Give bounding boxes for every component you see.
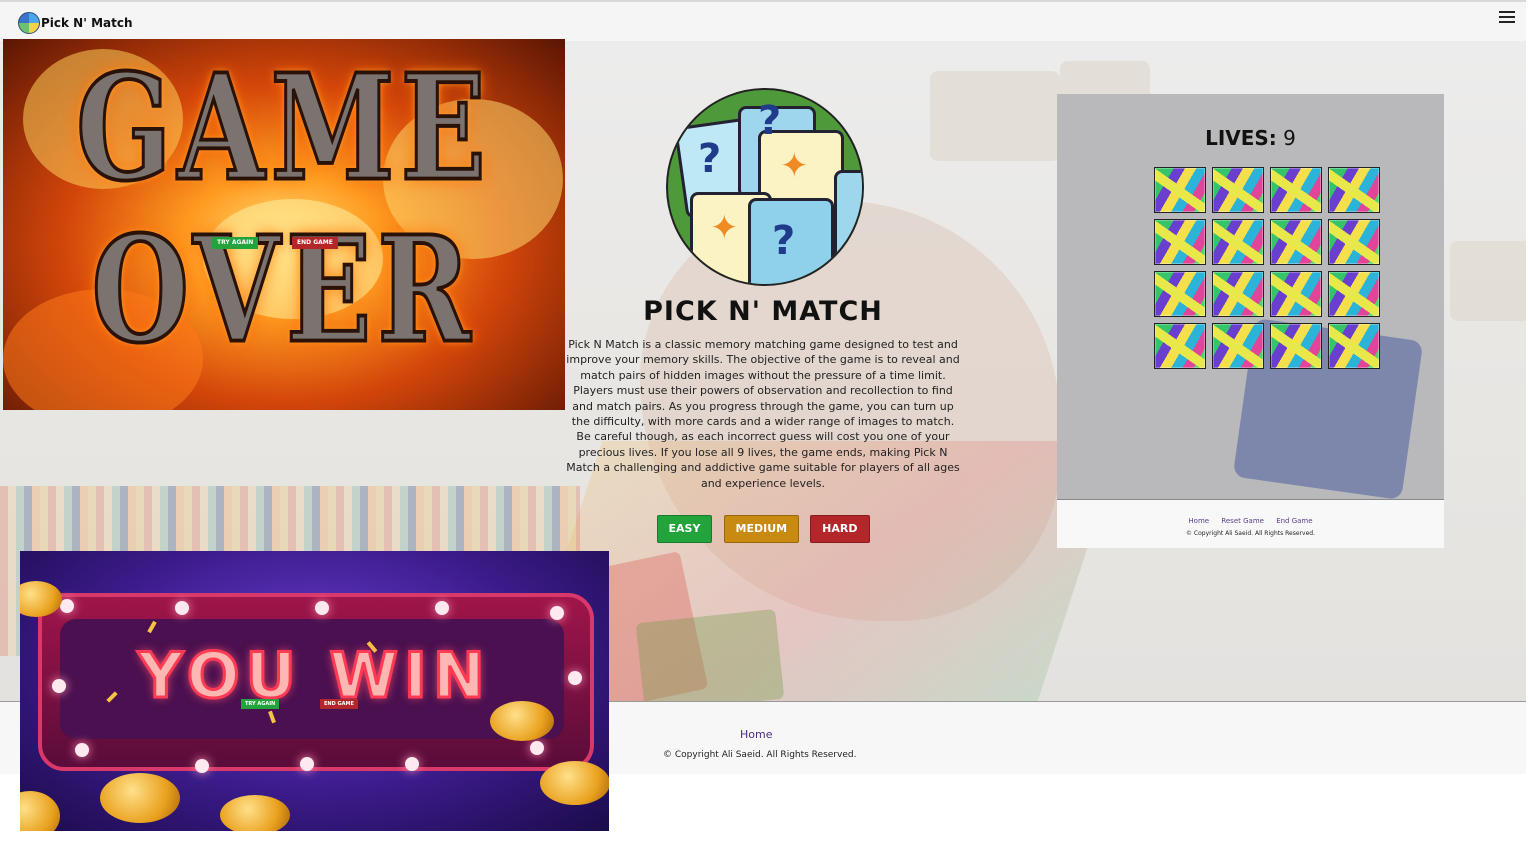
memory-card[interactable]: [1154, 271, 1206, 317]
memory-card[interactable]: [1212, 219, 1264, 265]
memory-card[interactable]: [1270, 271, 1322, 317]
reset-game-link[interactable]: Reset Game: [1221, 517, 1264, 525]
gold-coin: [100, 773, 180, 823]
easy-button[interactable]: EASY: [656, 515, 713, 544]
game-over-title-line2: OVER: [90, 203, 477, 377]
memory-card[interactable]: [1270, 167, 1322, 213]
memory-card[interactable]: [1270, 323, 1322, 369]
memory-card[interactable]: [1154, 167, 1206, 213]
question-mark-icon: ?: [772, 218, 796, 264]
light-bulb: [175, 601, 189, 615]
end-game-button[interactable]: END GAME: [320, 699, 358, 709]
game-board-preview: LIVES: 9 Home Reset Game End Game © Copy…: [1057, 94, 1444, 548]
memory-card[interactable]: [1328, 167, 1380, 213]
background-tile: [1450, 241, 1526, 321]
footer-home-link[interactable]: Home: [740, 728, 772, 741]
game-footer: Home Reset Game End Game © Copyright Ali…: [1057, 499, 1444, 548]
memory-card[interactable]: [1328, 323, 1380, 369]
difficulty-buttons: EASY MEDIUM HARD: [565, 515, 961, 544]
memory-card[interactable]: [1154, 323, 1206, 369]
brand-link[interactable]: Pick N' Match: [18, 12, 133, 34]
memory-card[interactable]: [1212, 323, 1264, 369]
you-win-screen: YOU WIN TRY AGAIN END GAME: [20, 551, 609, 831]
hamburger-menu-icon[interactable]: [1499, 11, 1515, 23]
game-board: LIVES: 9: [1057, 94, 1444, 499]
try-again-button[interactable]: TRY AGAIN: [241, 699, 280, 709]
star-icon: ✦: [780, 146, 809, 186]
memory-card[interactable]: [1212, 167, 1264, 213]
card-grid: [1154, 167, 1382, 369]
gold-coin: [220, 795, 290, 831]
game-copyright: © Copyright Ali Saeid. All Rights Reserv…: [1186, 530, 1315, 537]
end-game-button[interactable]: END GAME: [292, 237, 338, 249]
memory-card[interactable]: [1212, 271, 1264, 317]
game-description: Pick N Match is a classic memory matchin…: [566, 338, 960, 490]
light-bulb: [315, 601, 329, 615]
light-bulb: [75, 743, 89, 757]
background-card: [635, 608, 785, 701]
memory-card[interactable]: [1328, 271, 1380, 317]
game-over-title-line1: GAME: [75, 41, 492, 215]
memory-card[interactable]: [1154, 219, 1206, 265]
memory-card[interactable]: [1270, 219, 1322, 265]
lives-value: 9: [1283, 126, 1296, 150]
light-bulb: [300, 757, 314, 771]
star-icon: ✦: [710, 208, 739, 248]
question-mark-icon: ?: [758, 98, 782, 144]
hard-button[interactable]: HARD: [810, 515, 870, 544]
game-over-screen: GAME OVER TRY AGAIN END GAME: [3, 39, 565, 410]
light-bulb: [60, 599, 74, 613]
lives-label: LIVES:: [1205, 126, 1277, 150]
light-bulb: [550, 606, 564, 620]
brand-name: Pick N' Match: [41, 16, 133, 30]
footer-copyright: © Copyright Ali Saeid. All Rights Reserv…: [663, 750, 857, 760]
try-again-button[interactable]: TRY AGAIN: [212, 237, 259, 249]
light-bulb: [530, 741, 544, 755]
gold-coin: [20, 791, 60, 831]
gold-coin: [540, 761, 609, 805]
brand-logo-icon: [18, 12, 40, 34]
game-logo: ? ? ✦ ✦ ?: [666, 88, 864, 286]
memory-card[interactable]: [1328, 219, 1380, 265]
game-home-link[interactable]: Home: [1188, 517, 1209, 525]
you-win-title: YOU WIN: [137, 638, 491, 714]
end-game-link[interactable]: End Game: [1276, 517, 1312, 525]
page-title: PICK N' MATCH: [643, 296, 883, 327]
medium-button[interactable]: MEDIUM: [723, 515, 800, 544]
light-bulb: [405, 757, 419, 771]
lives-counter: LIVES: 9: [1057, 126, 1444, 150]
intro-content: ? ? ✦ ✦ ? PICK N' MATCH Pick N Match is …: [565, 88, 961, 544]
navbar: Pick N' Match: [0, 0, 1526, 43]
light-bulb: [195, 759, 209, 773]
light-bulb: [435, 601, 449, 615]
question-mark-icon: ?: [698, 136, 722, 182]
